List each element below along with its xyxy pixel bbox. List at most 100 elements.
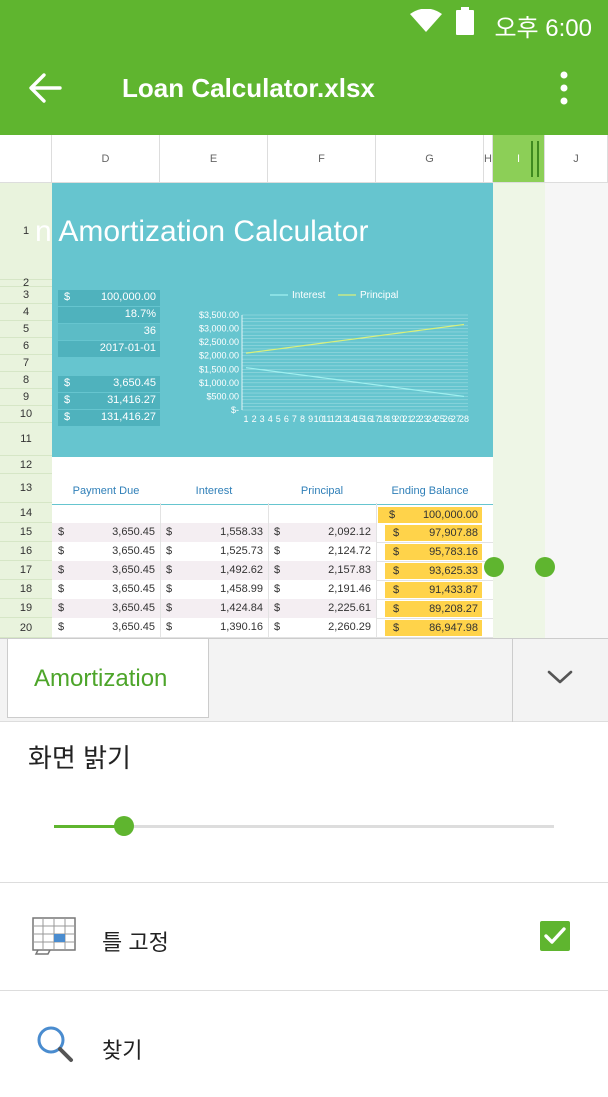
balance-cell[interactable]: $89,208.27 (385, 601, 482, 617)
cell-balance: 89,208.27 (429, 603, 478, 615)
menu-item-freeze-panes[interactable]: 틀 고정 (0, 883, 608, 989)
input-value-row[interactable]: $31,416.27 (58, 393, 160, 409)
row-header-10[interactable]: 10 (0, 406, 52, 423)
menu-item-find[interactable]: 찾기 (0, 991, 608, 1097)
freeze-panes-label: 틀 고정 (102, 930, 169, 955)
row-header-16[interactable]: 16 (0, 542, 52, 561)
input-value-row[interactable]: 36 (58, 324, 160, 340)
cell-interest[interactable]: 1,525.73 (220, 545, 263, 557)
more-options-icon[interactable] (556, 71, 572, 105)
corner-cell[interactable] (0, 135, 52, 183)
cell-principal[interactable]: 2,092.12 (328, 526, 371, 538)
cell-principal[interactable]: 2,124.72 (328, 545, 371, 557)
selection-handle-left[interactable] (484, 557, 504, 577)
cell-payment[interactable]: 3,650.45 (112, 583, 155, 595)
input-value-row[interactable]: $100,000.00 (58, 290, 160, 306)
resize-handle-left[interactable] (531, 141, 533, 177)
column-header-d[interactable]: D (52, 135, 160, 183)
dollar-sign: $ (58, 545, 65, 557)
row-header-19[interactable]: 19 (0, 599, 52, 618)
row-header-13[interactable]: 13 (0, 474, 52, 503)
dollar-sign: $ (274, 564, 281, 576)
tab-amortization[interactable]: Amortization (7, 639, 209, 718)
input-value-row[interactable]: 2017-01-01 (58, 341, 160, 357)
row-header-20[interactable]: 20 (0, 618, 52, 638)
cell-interest[interactable]: 1,458.99 (220, 583, 263, 595)
dollar-sign: $ (393, 527, 400, 539)
spreadsheet-grid[interactable]: D E F G H I J 1 2 3 4 5 6 7 8 9 10 11 12 13 14 15 16 17 1… (0, 135, 608, 638)
column-separator (376, 503, 377, 638)
column-header-j[interactable]: J (545, 135, 608, 183)
input-value-row[interactable]: $131,416.27 (58, 410, 160, 426)
amortization-chart[interactable]: Interest Principal $3,500.00 $3,000.00 $2,50… (196, 285, 478, 425)
cell-payment[interactable]: 3,650.45 (112, 526, 155, 538)
cell-principal[interactable]: 2,191.46 (328, 583, 371, 595)
balance-cell[interactable]: $95,783.16 (385, 544, 482, 560)
row-header-3[interactable]: 3 (0, 287, 52, 304)
row-header-8[interactable]: 8 (0, 372, 52, 389)
row-header-12[interactable]: 12 (0, 456, 52, 474)
cell-payment[interactable]: 3,650.45 (112, 545, 155, 557)
row-header-5[interactable]: 5 (0, 321, 52, 338)
dollar-sign: $ (274, 583, 281, 595)
cell-interest[interactable]: 1,492.62 (220, 564, 263, 576)
balance-cell-initial[interactable]: $ 100,000.00 (378, 507, 482, 523)
column-header-h[interactable]: H (484, 135, 493, 183)
row-header-17[interactable]: 17 (0, 561, 52, 580)
dollar-sign: $ (274, 526, 281, 538)
sheet-tab-bar: Amortization (0, 638, 608, 722)
selection-handle-right[interactable] (535, 557, 555, 577)
column-header-g[interactable]: G (376, 135, 484, 183)
row-header-4[interactable]: 4 (0, 304, 52, 321)
column-header-e[interactable]: E (160, 135, 268, 183)
dollar-sign: $ (393, 603, 400, 615)
balance-cell[interactable]: $86,947.98 (385, 620, 482, 636)
x-tick-label: 3 (260, 414, 265, 424)
cell-interest[interactable]: 1,424.84 (220, 602, 263, 614)
cell-payment[interactable]: 3,650.45 (112, 621, 155, 633)
header-underline (52, 504, 493, 505)
balance-cell[interactable]: $97,907.88 (385, 525, 482, 541)
dollar-sign: $ (166, 564, 173, 576)
resize-handle-right[interactable] (537, 141, 539, 177)
input-value-row[interactable]: 18.7% (58, 307, 160, 323)
calculator-title: n Amortization Calculator (35, 215, 369, 248)
column-header-f[interactable]: F (268, 135, 376, 183)
cell-payment[interactable]: 3,650.45 (112, 602, 155, 614)
cell-principal[interactable]: 2,260.29 (328, 621, 371, 633)
row-header-18[interactable]: 18 (0, 580, 52, 599)
y-tick-label: $500.00 (206, 391, 239, 401)
row-header-14[interactable]: 14 (0, 503, 52, 523)
tab-divider (512, 639, 513, 722)
status-time: 오후 6:00 (494, 15, 592, 42)
row-header-2[interactable]: 2 (0, 277, 52, 289)
input-value: 31,416.27 (107, 394, 156, 406)
input-value: 131,416.27 (100, 411, 156, 423)
dollar-sign: $ (393, 622, 400, 634)
balance-cell[interactable]: $93,625.33 (385, 563, 482, 579)
dollar-sign: $ (166, 621, 173, 633)
freeze-panes-checkbox[interactable] (540, 921, 570, 951)
row-header-7[interactable]: 7 (0, 355, 52, 372)
cell-principal[interactable]: 2,157.83 (328, 564, 371, 576)
cell-interest[interactable]: 1,390.16 (220, 621, 263, 633)
row-header-15[interactable]: 15 (0, 523, 52, 542)
cell-interest[interactable]: 1,558.33 (220, 526, 263, 538)
row-header-11[interactable]: 11 (0, 423, 52, 456)
y-tick-label: $- (231, 405, 239, 415)
brightness-slider[interactable] (54, 816, 554, 836)
column-separator (268, 503, 269, 638)
brightness-slider-thumb[interactable] (114, 816, 134, 836)
y-tick-label: $1,000.00 (199, 378, 239, 388)
balance-cell[interactable]: $91,433.87 (385, 582, 482, 598)
input-value-row[interactable]: $3,650.45 (58, 376, 160, 392)
input-value: 18.7% (124, 308, 156, 320)
cell-principal[interactable]: 2,225.61 (328, 602, 371, 614)
cell-balance: 97,907.88 (429, 527, 478, 539)
chevron-down-icon[interactable] (546, 667, 574, 687)
row-header-9[interactable]: 9 (0, 389, 52, 406)
row-header-6[interactable]: 6 (0, 338, 52, 355)
back-arrow-icon[interactable] (28, 71, 62, 105)
dollar-sign: $ (393, 565, 400, 577)
cell-payment[interactable]: 3,650.45 (112, 564, 155, 576)
